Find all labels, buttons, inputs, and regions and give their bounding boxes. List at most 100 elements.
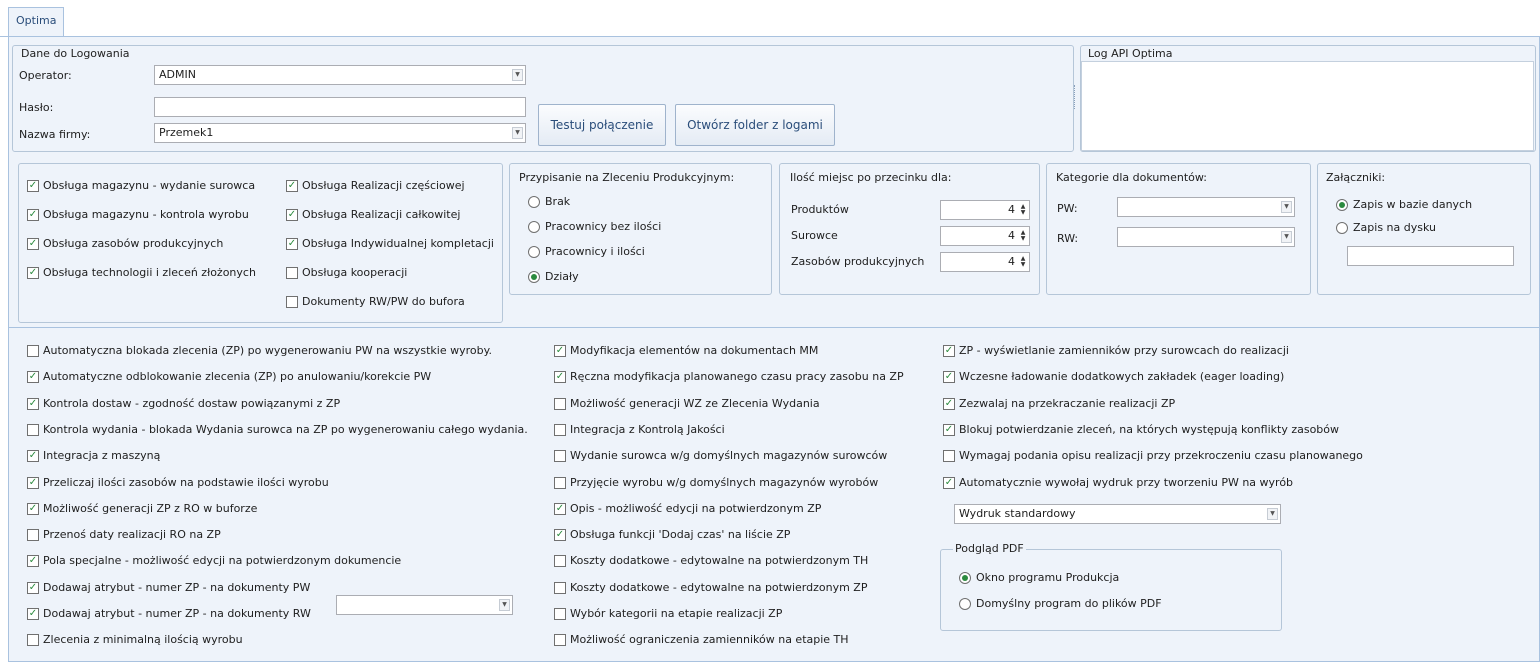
operator-select[interactable]: ADMIN ▼ (154, 65, 526, 85)
option-checkbox[interactable] (554, 423, 566, 436)
assignment-option-label: Działy (545, 270, 579, 283)
option-label: Ręczna modyfikacja planowanego czasu pra… (570, 370, 904, 384)
pdf-preview-option-label: Okno programu Produkcja (976, 571, 1120, 584)
attribute-select[interactable]: ▼ (336, 595, 513, 615)
pdf-preview-option-radio[interactable] (959, 572, 971, 584)
module-option-checkbox[interactable]: ✓ (27, 267, 39, 279)
password-field[interactable] (154, 97, 526, 117)
option-checkbox[interactable]: ✓ (554, 502, 566, 515)
option-checkbox[interactable]: ✓ (943, 476, 955, 489)
option-checkbox[interactable] (554, 634, 566, 647)
decimals-spinner[interactable]: 4 ▲ ▼ (940, 226, 1030, 246)
option-checkbox[interactable] (27, 529, 39, 542)
assignment-option-label: Brak (545, 195, 571, 208)
option-label: Pola specjalne - możliwość edycji na pot… (43, 554, 402, 568)
spin-updown-icon[interactable]: ▲ ▼ (1019, 230, 1027, 242)
option-checkbox[interactable]: ✓ (27, 502, 39, 515)
pdf-preview-title: Podgląd PDF (953, 542, 1026, 555)
rw-label: RW: (1057, 232, 1079, 245)
option-checkbox[interactable]: ✓ (943, 345, 955, 357)
spin-updown-icon[interactable]: ▲ ▼ (1019, 204, 1027, 216)
assignment-option-radio[interactable] (528, 246, 540, 258)
option-checkbox[interactable]: ✓ (554, 345, 566, 357)
pw-category-select[interactable]: ▼ (1117, 197, 1295, 217)
option-label: Możliwość generacji ZP z RO w buforze (43, 501, 258, 515)
option-checkbox[interactable]: ✓ (27, 555, 39, 568)
test-connection-button[interactable]: Testuj połączenie (538, 104, 666, 146)
decimals-spinner[interactable]: 4 ▲ ▼ (940, 252, 1030, 272)
option-label: Przenoś daty realizacji RO na ZP (43, 528, 221, 542)
section-divider (8, 327, 1540, 328)
module-option-label: Obsługa kooperacji (302, 266, 408, 279)
option-checkbox[interactable] (554, 476, 566, 489)
option-checkbox[interactable]: ✓ (27, 608, 39, 620)
decimals-value: 4 (1008, 229, 1015, 242)
chevron-down-icon[interactable]: ▼ (1281, 231, 1292, 243)
option-checkbox[interactable] (27, 634, 39, 647)
splitter-grip[interactable] (1074, 85, 1079, 109)
company-select[interactable]: Przemek1 ▼ (154, 123, 526, 143)
assignment-title: Przypisanie na Zleceniu Produkcyjnym: (519, 171, 735, 184)
option-checkbox[interactable] (554, 555, 566, 568)
option-checkbox[interactable] (554, 608, 566, 620)
chevron-down-icon[interactable]: ▼ (1267, 508, 1278, 520)
chevron-down-icon[interactable]: ▼ (1281, 201, 1292, 213)
option-label: Automatycznie wywołaj wydruk przy tworze… (959, 475, 1294, 489)
tab-optima[interactable]: Optima (8, 7, 64, 36)
option-checkbox[interactable]: ✓ (27, 371, 39, 384)
option-checkbox[interactable]: ✓ (554, 529, 566, 542)
decimals-value: 4 (1008, 255, 1015, 268)
option-checkbox[interactable]: ✓ (27, 397, 39, 410)
decimals-title: Ilość miejsc po przecinku dla: (790, 171, 952, 184)
option-label: Wydanie surowca w/g domyślnych magazynów… (570, 449, 888, 463)
option-checkbox[interactable]: ✓ (554, 371, 566, 384)
module-option-checkbox[interactable] (286, 296, 298, 308)
option-label: Wybór kategorii na etapie realizacji ZP (570, 607, 783, 620)
module-option-checkbox[interactable]: ✓ (286, 180, 298, 192)
option-checkbox[interactable] (27, 423, 39, 436)
chevron-down-icon[interactable]: ▼ (512, 69, 523, 81)
module-option-checkbox[interactable]: ✓ (286, 238, 298, 250)
attachment-option-label: Zapis na dysku (1353, 221, 1436, 234)
option-checkbox[interactable] (27, 345, 39, 357)
decimals-spinner[interactable]: 4 ▲ ▼ (940, 200, 1030, 220)
open-logs-folder-button[interactable]: Otwórz folder z logami (675, 104, 835, 146)
chevron-down-icon[interactable]: ▼ (499, 599, 510, 611)
option-checkbox[interactable]: ✓ (27, 450, 39, 463)
option-checkbox[interactable]: ✓ (943, 397, 955, 410)
log-api-textbox[interactable] (1081, 61, 1534, 151)
module-option-label: Obsługa magazynu - wydanie surowca (43, 179, 256, 192)
option-checkbox[interactable] (554, 450, 566, 463)
module-option-checkbox[interactable]: ✓ (286, 209, 298, 221)
pdf-preview-option-radio[interactable] (959, 598, 971, 610)
chevron-down-icon[interactable]: ▼ (512, 127, 523, 139)
option-label: Kontrola wydania - blokada Wydania surow… (43, 422, 528, 436)
module-option-checkbox[interactable] (286, 267, 298, 279)
print-select[interactable]: Wydruk standardowy ▼ (954, 504, 1281, 524)
decimals-label: Surowce (791, 229, 838, 242)
option-label: Dodawaj atrybut - numer ZP - na dokument… (43, 580, 311, 594)
assignment-option-label: Pracownicy i ilości (545, 245, 645, 258)
spin-updown-icon[interactable]: ▲ ▼ (1019, 256, 1027, 268)
attachment-option-radio[interactable] (1336, 222, 1348, 234)
option-checkbox[interactable]: ✓ (27, 581, 39, 594)
assignment-option-radio[interactable] (528, 196, 540, 208)
attachments-path-field[interactable] (1347, 246, 1514, 266)
module-option-checkbox[interactable]: ✓ (27, 180, 39, 192)
module-option-label: Obsługa technologii i zleceń złożonych (43, 266, 256, 279)
module-option-checkbox[interactable]: ✓ (27, 238, 39, 250)
option-checkbox[interactable]: ✓ (27, 476, 39, 489)
option-checkbox[interactable]: ✓ (943, 371, 955, 384)
assignment-option-radio[interactable] (528, 271, 540, 283)
module-option-checkbox[interactable]: ✓ (27, 209, 39, 221)
option-checkbox[interactable] (554, 397, 566, 410)
option-checkbox[interactable] (554, 581, 566, 594)
assignment-option-radio[interactable] (528, 221, 540, 233)
option-checkbox[interactable] (943, 450, 955, 463)
attachment-option-radio[interactable] (1336, 199, 1348, 211)
operator-value: ADMIN (159, 68, 196, 81)
pw-label: PW: (1057, 202, 1078, 215)
option-label: Koszty dodatkowe - edytowalne na potwier… (570, 554, 869, 568)
rw-category-select[interactable]: ▼ (1117, 227, 1295, 247)
option-checkbox[interactable]: ✓ (943, 423, 955, 436)
